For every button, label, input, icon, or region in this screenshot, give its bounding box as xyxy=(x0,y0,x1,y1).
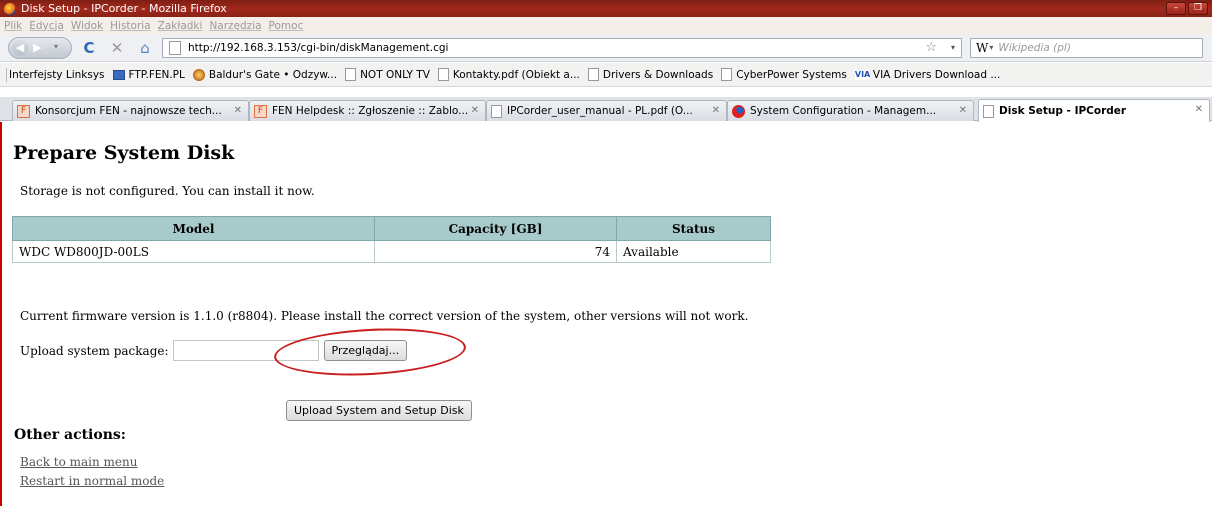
address-bar[interactable]: http://192.168.3.153/cgi-bin/diskManagem… xyxy=(162,37,962,58)
tab-fen-helpdesk[interactable]: F FEN Helpdesk :: Zgłoszenie :: Zablo...… xyxy=(249,100,486,121)
menu-plik[interactable]: Plik xyxy=(4,20,22,32)
menu-edycja[interactable]: Edycja xyxy=(29,20,64,32)
bookmark-item[interactable]: NOT ONLY TV xyxy=(341,68,434,81)
firefox-icon xyxy=(4,2,16,15)
close-icon[interactable]: ✕ xyxy=(959,105,967,116)
window-title: Disk Setup - IPCorder - Mozilla Firefox xyxy=(21,2,227,15)
bookmark-item[interactable]: Kontakty.pdf (Obiekt a... xyxy=(434,68,584,81)
page-icon xyxy=(169,40,181,55)
back-arrow-icon[interactable]: ◀ xyxy=(12,39,28,56)
via-icon: VIA xyxy=(854,69,871,80)
engine-dropdown-icon[interactable]: ▾ xyxy=(989,43,993,52)
menu-historia[interactable]: Historia xyxy=(110,20,151,32)
menu-pomoc[interactable]: Pomoc xyxy=(269,20,304,32)
page-icon xyxy=(491,104,502,118)
close-icon[interactable]: ✕ xyxy=(234,105,242,116)
bookmark-item[interactable]: CyberPower Systems xyxy=(717,68,851,81)
restart-normal-mode-link[interactable]: Restart in normal mode xyxy=(20,474,164,488)
menu-zakladki[interactable]: Zakładki xyxy=(158,20,203,32)
menu-narzedzia[interactable]: Narzędzia xyxy=(209,20,261,32)
window-title-bar: Disk Setup - IPCorder - Mozilla Firefox … xyxy=(0,0,1212,17)
bookmark-star-icon[interactable]: ☆ xyxy=(925,40,937,55)
minimize-button[interactable]: – xyxy=(1166,2,1186,15)
bookmark-item[interactable]: Drivers & Downloads xyxy=(584,68,717,81)
tab-disk-setup[interactable]: Disk Setup - IPCorder ✕ xyxy=(978,99,1210,122)
stop-icon[interactable]: ✕ xyxy=(106,37,128,59)
back-to-main-menu-link[interactable]: Back to main menu xyxy=(20,455,138,469)
close-icon[interactable]: ✕ xyxy=(471,105,479,116)
monitor-icon xyxy=(112,69,125,80)
search-placeholder[interactable]: Wikipedia (pl) xyxy=(998,42,1071,54)
page-icon xyxy=(587,68,599,81)
url-dropdown-icon[interactable]: ▾ xyxy=(951,43,955,52)
firmware-message: Current firmware version is 1.1.0 (r8804… xyxy=(20,309,749,323)
disk-model-cell: WDC WD800JD-00LS xyxy=(12,240,375,263)
tab-system-configuration[interactable]: System Configuration - Managem... ✕ xyxy=(727,100,974,121)
disk-capacity-cell: 74 xyxy=(374,240,617,263)
shield-icon xyxy=(192,68,205,81)
history-dropdown-icon[interactable]: ▾ xyxy=(54,42,58,51)
wikipedia-icon[interactable]: W xyxy=(976,41,988,55)
page-icon xyxy=(983,104,994,118)
page-icon xyxy=(721,68,733,81)
tab-konsorcjum-fen[interactable]: F Konsorcjum FEN - najnowsze tech... ✕ xyxy=(12,100,249,121)
fen-icon: F xyxy=(17,104,30,118)
search-bar[interactable]: W ▾ Wikipedia (pl) xyxy=(970,37,1203,58)
other-actions-heading: Other actions: xyxy=(14,427,126,443)
disk-table: Model Capacity [GB] Status WDC WD800JD-0… xyxy=(12,216,771,263)
reload-icon[interactable]: C xyxy=(78,37,100,59)
bookmark-item[interactable]: FTP.FEN.PL xyxy=(109,69,189,81)
column-header-capacity: Capacity [GB] xyxy=(374,216,617,241)
forward-arrow-icon[interactable]: ▶ xyxy=(33,41,41,54)
page-edge-border xyxy=(0,122,2,506)
page-title: Prepare System Disk xyxy=(13,142,235,164)
menu-bar: Plik Edycja Widok Historia Zakładki Narz… xyxy=(0,17,1212,34)
disk-status-cell: Available xyxy=(616,240,771,263)
bookmark-item[interactable]: Interfejsty Linksys xyxy=(2,67,109,82)
column-header-status: Status xyxy=(616,216,771,241)
menu-widok[interactable]: Widok xyxy=(71,20,103,32)
restore-button[interactable]: ❐ xyxy=(1188,2,1208,15)
red-annotation-circle xyxy=(272,324,468,380)
tab-bar: F Konsorcjum FEN - najnowsze tech... ✕ F… xyxy=(0,97,1212,122)
table-row: WDC WD800JD-00LS 74 Available xyxy=(12,240,771,263)
bookmark-item[interactable]: VIA VIA Drivers Download ... xyxy=(851,69,1004,81)
separator-icon xyxy=(6,67,7,82)
bookmarks-toolbar: Interfejsty Linksys FTP.FEN.PL Baldur's … xyxy=(0,63,1212,87)
table-header-row: Model Capacity [GB] Status xyxy=(12,216,771,241)
page-icon xyxy=(345,68,357,81)
column-header-model: Model xyxy=(12,216,375,241)
home-icon[interactable]: ⌂ xyxy=(134,37,156,59)
upload-label: Upload system package: xyxy=(20,343,169,358)
close-icon[interactable]: ✕ xyxy=(1195,104,1203,115)
back-forward-group: ◀ ▶ ▾ xyxy=(8,36,72,59)
tab-user-manual[interactable]: IPCorder_user_manual - PL.pdf (O... ✕ xyxy=(486,100,727,121)
system-icon xyxy=(732,104,745,118)
storage-status-message: Storage is not configured. You can insta… xyxy=(20,184,315,198)
fen-icon: F xyxy=(254,104,267,118)
page-content: Prepare System Disk Storage is not confi… xyxy=(0,122,1212,506)
close-icon[interactable]: ✕ xyxy=(712,105,720,116)
bookmark-item[interactable]: Baldur's Gate • Odzyw... xyxy=(189,68,341,81)
page-icon xyxy=(437,68,449,81)
navigation-toolbar: ◀ ▶ ▾ C ✕ ⌂ http://192.168.3.153/cgi-bin… xyxy=(0,34,1212,62)
url-text[interactable]: http://192.168.3.153/cgi-bin/diskManagem… xyxy=(188,42,448,54)
upload-setup-button[interactable]: Upload System and Setup Disk xyxy=(286,400,472,421)
